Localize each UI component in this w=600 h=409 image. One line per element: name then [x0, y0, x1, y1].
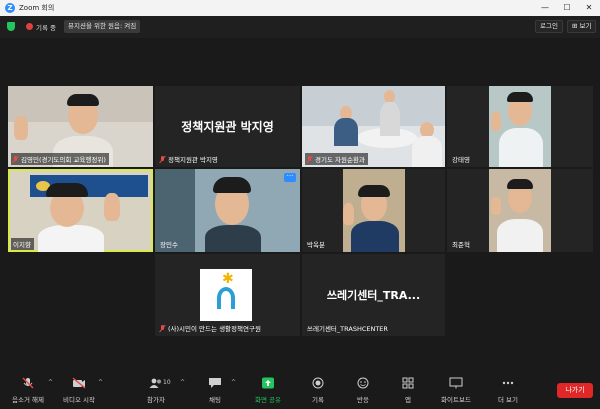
title-bar: Z Zoom 회의 — ☐ ✕ [0, 0, 600, 16]
mic-muted-icon [160, 155, 166, 163]
participant-name-tag: 최준혁 [452, 241, 470, 249]
share-screen-icon [262, 377, 274, 389]
participant-name-tag: 박옥분 [307, 241, 325, 249]
video-tile[interactable]: ✱ (사)시민이 만드는 생활정책연구원 [155, 254, 300, 336]
whiteboard-button[interactable]: 화이트보드 [428, 377, 484, 404]
chat-icon [209, 378, 221, 388]
mic-muted-icon [160, 324, 166, 332]
login-button[interactable]: 로그인 [535, 20, 563, 33]
star-icon: ✱ [222, 271, 234, 287]
mic-muted-icon [307, 155, 313, 163]
view-button[interactable]: ⊞ 보기 [567, 20, 597, 33]
participant-name-tag: 쓰레기센터_TRASHCENTER [307, 325, 388, 333]
zoom-window: Z Zoom 회의 — ☐ ✕ 기록 중 뮤지션을 위한 원음: 켜짐 로그인 … [0, 0, 600, 409]
original-sound-toggle[interactable]: 뮤지션을 위한 원음: 켜짐 [64, 20, 141, 33]
video-tile[interactable]: 김영민(경기도의회 교육행정위) [8, 86, 153, 167]
smiley-icon [357, 377, 369, 389]
share-screen-button[interactable]: 화면 공유 [240, 377, 296, 404]
participant-name-tag: 강태영 [452, 156, 470, 164]
organization-logo: ✱ [200, 269, 252, 321]
view-label: 보기 [579, 22, 592, 30]
participant-count: 10 [163, 379, 171, 386]
more-button[interactable]: 더 보기 [480, 377, 536, 404]
record-icon [312, 377, 324, 389]
video-tile[interactable]: 박옥분 [302, 169, 445, 252]
leave-button[interactable]: 나가기 [557, 383, 593, 398]
video-tile[interactable]: 최준혁 [447, 169, 593, 252]
video-tile-active-speaker[interactable]: 이지향 [8, 169, 153, 252]
participant-name-tag: 장민수 [160, 241, 178, 249]
zoom-logo-icon: Z [5, 3, 15, 13]
participant-name-tag: (사)시민이 만드는 생활정책연구원 [158, 322, 264, 334]
mic-muted-icon [13, 155, 19, 163]
recording-label: 기록 중 [36, 24, 57, 32]
video-tile[interactable]: 정책지원관 박지영 정책지원관 박지영 [155, 86, 300, 167]
grid-icon: ⊞ [572, 22, 580, 30]
video-off-icon [72, 377, 86, 389]
mic-muted-icon [22, 377, 34, 389]
participant-name-tag: 정책지원관 박지영 [158, 153, 221, 165]
meeting-top-bar: 기록 중 뮤지션을 위한 원음: 켜짐 로그인 ⊞ 보기 [0, 16, 600, 38]
participants-button[interactable]: 10 참가자 [128, 377, 184, 404]
participant-name-tag: 이지향 [11, 238, 34, 250]
meeting-toolbar: 음소거 해제 ^ 비디오 시작 ^ 10 참가자 ^ 채팅 ^ 화면 공유 기록… [0, 373, 600, 409]
shield-icon[interactable] [7, 22, 15, 31]
participant-name-tag: 김영민(경기도의회 교육행정위) [11, 153, 109, 165]
video-tile[interactable]: ··· 장민수 [155, 169, 300, 252]
participant-name-tag: 경기도 자원순환과 [305, 153, 368, 165]
more-options-icon[interactable]: ··· [284, 173, 296, 182]
record-dot-icon [26, 23, 33, 30]
close-button[interactable]: ✕ [578, 0, 600, 16]
participants-caret-icon[interactable]: ^ [180, 379, 185, 386]
maximize-button[interactable]: ☐ [556, 0, 578, 16]
participants-icon [149, 378, 161, 388]
video-tile[interactable]: 쓰레기센터_TRA... 쓰레기센터_TRASHCENTER [302, 254, 445, 336]
minimize-button[interactable]: — [534, 0, 556, 16]
window-title: Zoom 회의 [19, 4, 55, 12]
more-dots-icon [502, 381, 514, 385]
whiteboard-icon [449, 377, 463, 389]
ribbon-icon [217, 287, 235, 309]
chat-caret-icon[interactable]: ^ [231, 379, 236, 386]
video-tile[interactable]: 경기도 자원순환과 [302, 86, 445, 167]
apps-icon [402, 377, 414, 389]
video-tile[interactable]: 강태영 [447, 86, 593, 167]
video-options-caret-icon[interactable]: ^ [98, 379, 103, 386]
